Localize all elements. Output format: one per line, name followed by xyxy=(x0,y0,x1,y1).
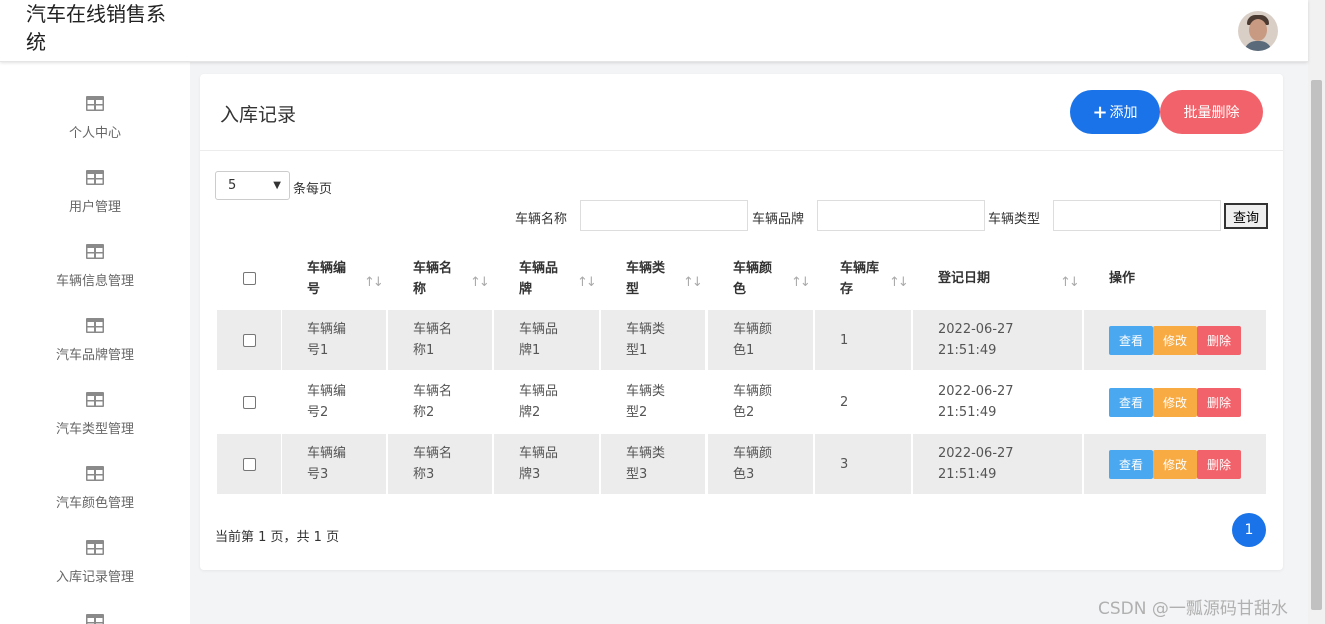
sort-icon[interactable]: ↑↓ xyxy=(683,275,703,290)
edit-button[interactable]: 修改 xyxy=(1153,326,1197,355)
delete-button[interactable]: 删除 xyxy=(1197,388,1241,417)
cell-name: 车辆名称3 xyxy=(413,446,453,482)
user-avatar[interactable] xyxy=(1238,11,1278,51)
table-icon xyxy=(86,540,104,555)
cell-type: 车辆类型1 xyxy=(626,322,666,358)
cell-code: 车辆编号1 xyxy=(307,322,347,358)
row-checkbox[interactable] xyxy=(243,334,256,347)
cell-type: 车辆类型2 xyxy=(626,384,666,420)
sidebar-item-1[interactable]: 个人中心 xyxy=(0,96,190,170)
column-header-6[interactable]: 车辆库存 xyxy=(840,258,884,300)
view-button[interactable]: 查看 xyxy=(1109,388,1153,417)
pager-summary: 当前第 1 页，共 1 页 xyxy=(215,530,340,545)
sort-icon[interactable]: ↑↓ xyxy=(889,275,909,290)
cell-stock: 3 xyxy=(840,457,849,472)
cell-color: 车辆颜色2 xyxy=(733,384,773,420)
sidebar-item-label: 用户管理 xyxy=(68,200,121,215)
cell-code: 车辆编号2 xyxy=(307,384,347,420)
page-size-label: 条每页 xyxy=(293,182,333,197)
cell-type: 车辆类型3 xyxy=(626,446,666,482)
delete-button[interactable]: 删除 xyxy=(1197,450,1241,479)
plus-icon: + xyxy=(1092,101,1108,123)
watermark: CSDN @一瓢源码甘甜水 xyxy=(1098,599,1288,619)
cell-stock: 2 xyxy=(840,395,849,410)
sidebar-item-label: 个人中心 xyxy=(68,126,121,141)
card-header: 入库记录 + 添加 批量删除 xyxy=(200,74,1283,151)
row-checkbox[interactable] xyxy=(243,396,256,409)
filter-type-label: 车辆类型 xyxy=(988,212,1041,227)
sort-icon[interactable]: ↑↓ xyxy=(577,275,597,290)
column-header-3[interactable]: 车辆品牌 xyxy=(519,258,563,300)
cell-name: 车辆名称2 xyxy=(413,384,453,420)
filter-name-input[interactable] xyxy=(580,200,748,231)
sidebar-item-label: 车辆信息管理 xyxy=(55,274,134,289)
sidebar-item-2[interactable]: 用户管理 xyxy=(0,170,190,244)
filter-type-input[interactable] xyxy=(1053,200,1221,231)
page-scrollbar[interactable] xyxy=(1308,0,1325,624)
select-all-checkbox[interactable] xyxy=(243,272,256,285)
table-icon xyxy=(86,96,104,111)
app-title: 汽车在线销售系统 xyxy=(26,2,166,54)
sort-icon[interactable]: ↑↓ xyxy=(1060,275,1080,290)
column-header-2[interactable]: 车辆名称 xyxy=(413,258,457,300)
column-header-4[interactable]: 车辆类型 xyxy=(626,258,670,300)
batch-delete-button[interactable]: 批量删除 xyxy=(1160,90,1263,134)
cell-stock: 1 xyxy=(840,333,849,348)
delete-button[interactable]: 删除 xyxy=(1197,326,1241,355)
sidebar: 个人中心用户管理车辆信息管理 汽车品牌管理 汽车类型管理 汽车颜色管理 入库记录管理 xyxy=(0,62,190,624)
view-button[interactable]: 查看 xyxy=(1109,450,1153,479)
edit-button[interactable]: 修改 xyxy=(1153,388,1197,417)
top-header: 汽车在线销售系统 xyxy=(0,0,1308,62)
filter-brand-label: 车辆品牌 xyxy=(752,212,805,227)
cell-color: 车辆颜色3 xyxy=(733,446,773,482)
column-header-7[interactable]: 登记日期 xyxy=(938,268,1058,289)
table-icon xyxy=(86,466,104,481)
table-icon xyxy=(86,392,104,407)
cell-brand: 车辆品牌1 xyxy=(519,322,559,358)
sidebar-item-label: 入库记录管理 xyxy=(55,570,134,585)
column-header-5[interactable]: 车辆颜色 xyxy=(733,258,777,300)
sort-icon[interactable]: ↑↓ xyxy=(364,275,384,290)
main-card: 入库记录 + 添加 批量删除 5 ▼ 条每页 车辆名称 车辆品牌 车辆类型 查询 … xyxy=(200,74,1283,570)
table-icon xyxy=(86,244,104,259)
sidebar-item-4[interactable]: 汽车品牌管理 xyxy=(0,318,190,392)
cell-code: 车辆编号3 xyxy=(307,446,347,482)
sidebar-item-5[interactable]: 汽车类型管理 xyxy=(0,392,190,466)
add-button[interactable]: + 添加 xyxy=(1070,90,1160,134)
column-header-1[interactable]: 车辆编号 xyxy=(307,258,351,300)
table-icon xyxy=(86,318,104,333)
filter-brand-input[interactable] xyxy=(817,200,985,231)
cell-date: 2022-06-27 21:51:49 xyxy=(938,446,1014,482)
table-icon xyxy=(86,170,104,185)
page-title: 入库记录 xyxy=(220,104,297,126)
sidebar-item-more[interactable] xyxy=(0,614,190,624)
view-button[interactable]: 查看 xyxy=(1109,326,1153,355)
row-checkbox[interactable] xyxy=(243,458,256,471)
cell-name: 车辆名称1 xyxy=(413,322,453,358)
cell-date: 2022-06-27 21:51:49 xyxy=(938,322,1014,358)
cell-date: 2022-06-27 21:51:49 xyxy=(938,384,1014,420)
table-icon xyxy=(86,614,104,624)
scrollbar-thumb[interactable] xyxy=(1311,80,1322,610)
sidebar-item-3[interactable]: 车辆信息管理 xyxy=(0,244,190,318)
sidebar-item-label: 汽车颜色管理 xyxy=(55,496,134,511)
page-size-select[interactable]: 5 ▼ xyxy=(215,171,290,200)
page-button-current[interactable]: 1 xyxy=(1232,513,1266,547)
sort-icon[interactable]: ↑↓ xyxy=(791,275,811,290)
sidebar-item-7[interactable]: 入库记录管理 xyxy=(0,540,190,614)
chevron-down-icon: ▼ xyxy=(273,180,281,191)
query-button[interactable]: 查询 xyxy=(1224,203,1268,229)
sidebar-item-label: 汽车品牌管理 xyxy=(55,348,134,363)
sort-icon[interactable]: ↑↓ xyxy=(470,275,490,290)
filter-name-label: 车辆名称 xyxy=(515,212,568,227)
cell-color: 车辆颜色1 xyxy=(733,322,773,358)
cell-brand: 车辆品牌3 xyxy=(519,446,559,482)
column-header-8[interactable]: 操作 xyxy=(1109,268,1229,289)
edit-button[interactable]: 修改 xyxy=(1153,450,1197,479)
sidebar-item-6[interactable]: 汽车颜色管理 xyxy=(0,466,190,540)
cell-brand: 车辆品牌2 xyxy=(519,384,559,420)
sidebar-item-label: 汽车类型管理 xyxy=(55,422,134,437)
